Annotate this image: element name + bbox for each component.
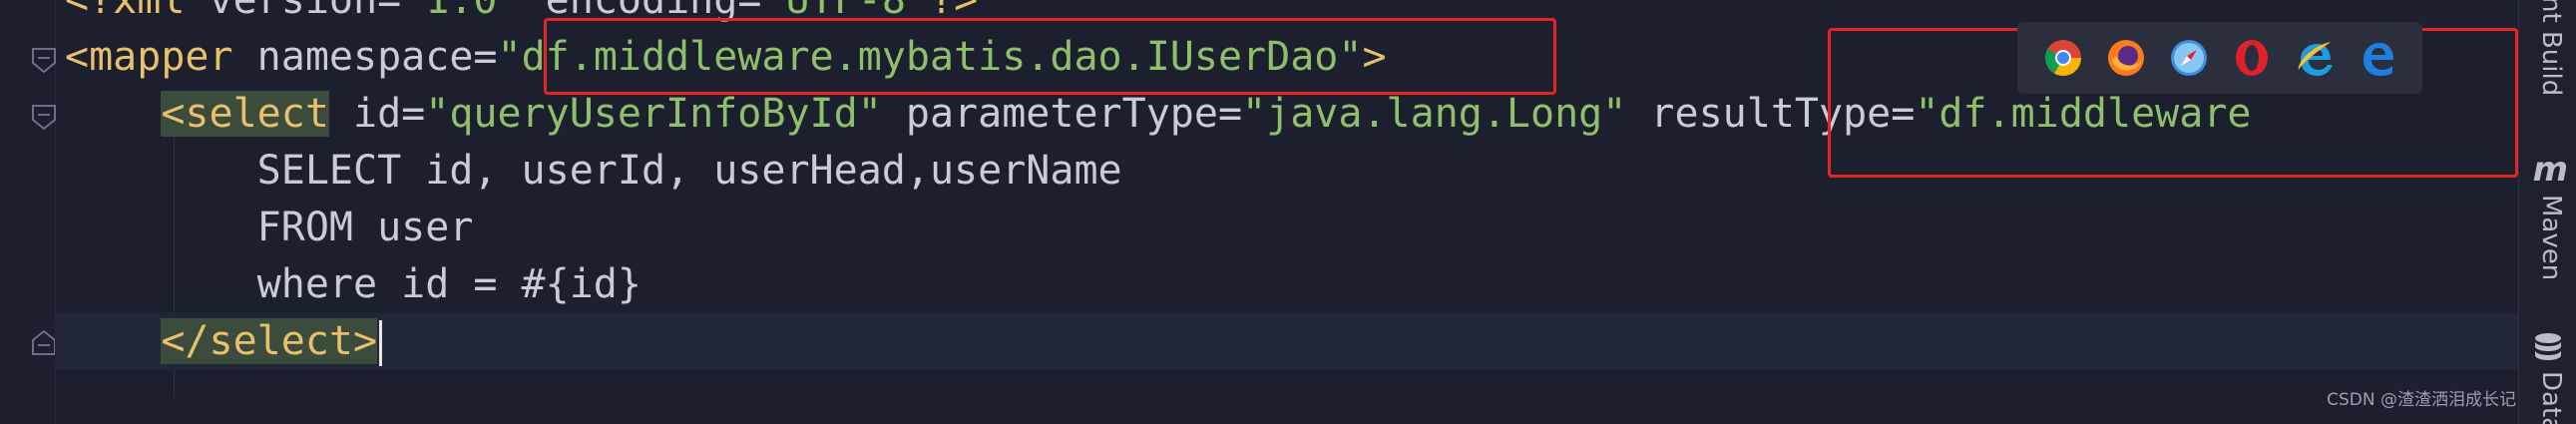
code-line-4[interactable]: SELECT id, userId, userHead,userName (55, 143, 1122, 200)
code-line-5[interactable]: FROM user (55, 200, 474, 256)
code-line-3[interactable]: <select id="queryUserInfoById" parameter… (55, 86, 2251, 143)
maven-tool-tab[interactable]: Maven (2536, 195, 2566, 280)
editor-gutter (0, 0, 56, 424)
code-line-1[interactable]: <?xml version="1.0" encoding="UTF-8"?> (55, 0, 978, 29)
code-token: version= (209, 0, 402, 23)
firefox-icon[interactable] (2106, 38, 2146, 78)
fold-marker-select-end[interactable] (30, 329, 58, 357)
text-caret (379, 320, 383, 366)
opera-icon[interactable] (2232, 38, 2272, 78)
ide-window: <?xml version="1.0" encoding="UTF-8"?> <… (0, 0, 2576, 424)
ie-icon[interactable] (2295, 38, 2335, 78)
code-line-7[interactable]: </select> (55, 313, 2519, 370)
code-token: "java.lang.Long" (1242, 91, 1627, 137)
code-token: "df.middleware.mybatis.dao.IUserDao" (497, 34, 1363, 80)
code-token: "df.middleware (1915, 91, 2252, 137)
right-tool-strip: nt Build m Maven Data (2518, 0, 2576, 424)
safari-icon[interactable] (2169, 38, 2209, 78)
fold-marker-mapper[interactable] (30, 46, 58, 74)
code-token: <?xml (65, 0, 210, 23)
code-token: ?> (929, 0, 979, 23)
code-token: resultType= (1626, 91, 1916, 137)
chrome-icon[interactable] (2043, 38, 2083, 78)
code-token: <mapper (65, 34, 257, 80)
database-tool-tab[interactable]: Data (2536, 371, 2566, 424)
edge-icon[interactable] (2358, 38, 2397, 78)
code-token: <select (161, 91, 329, 137)
code-line-6[interactable]: where id = #{id} (55, 256, 642, 313)
code-line-2[interactable]: <mapper namespace="df.middleware.mybatis… (55, 29, 1387, 86)
code-token: namespace= (256, 34, 498, 80)
code-token: "queryUserInfoById" (425, 91, 882, 137)
code-token: FROM user (65, 205, 474, 250)
code-token: "1.0" (401, 0, 546, 23)
code-token: SELECT id, userId, userHead,userName (65, 148, 1122, 194)
code-token: id= (328, 91, 426, 137)
code-token: "UTF-8" (761, 0, 930, 23)
database-icon (2532, 332, 2564, 370)
code-token: where id = #{id} (65, 261, 642, 307)
fold-marker-select[interactable] (30, 103, 58, 131)
build-tool-tab[interactable]: nt Build (2536, 0, 2566, 96)
code-token: parameterType= (881, 91, 1243, 137)
code-token: > (1362, 34, 1387, 80)
maven-icon: m (2532, 150, 2568, 190)
browser-preview-bar (2017, 22, 2422, 94)
watermark: CSDN @渣渣洒泪成长记 (2327, 390, 2516, 410)
code-token: encoding= (545, 0, 762, 23)
code-token: </select> (161, 318, 378, 364)
